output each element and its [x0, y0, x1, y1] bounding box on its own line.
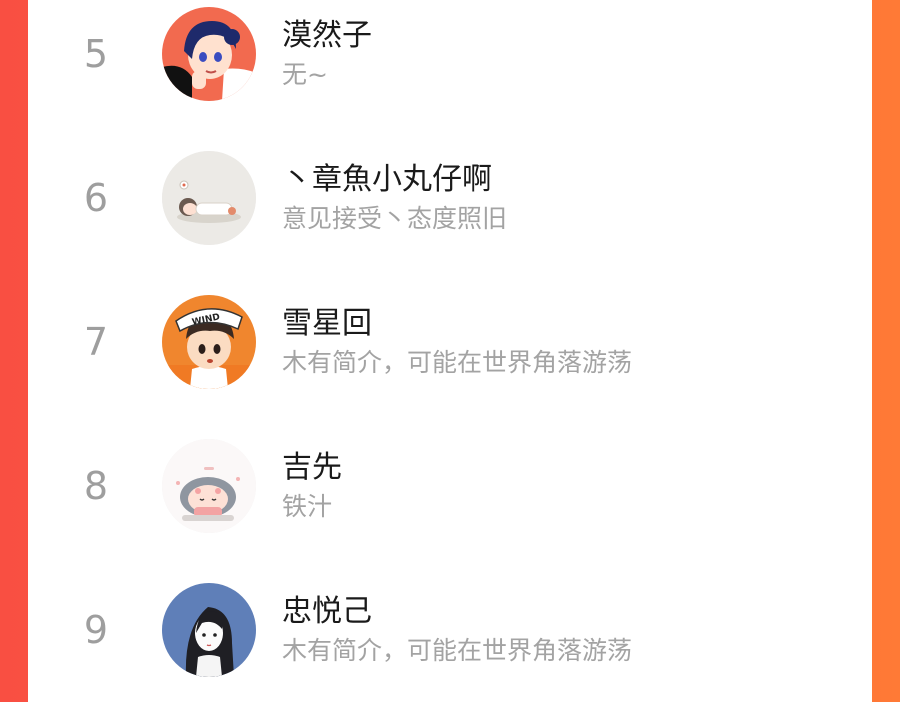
- user-name[interactable]: 丶章魚小丸仔啊: [282, 160, 842, 200]
- anime-girl-avatar[interactable]: [162, 7, 256, 101]
- user-name[interactable]: 雪星回: [282, 304, 842, 344]
- ranking-list-item[interactable]: 6 丶章魚小丸仔啊 意见接受丶态度照旧: [28, 126, 872, 270]
- ranking-list-item[interactable]: 7 WIND 雪星回 木有简介，可能在世界角落游荡: [28, 270, 872, 414]
- boy-with-cap-avatar[interactable]: WIND: [162, 295, 256, 389]
- user-bio: 铁汁: [282, 492, 333, 521]
- user-bio: 木有简介，可能在世界角落游荡: [282, 636, 633, 665]
- ranking-list-item[interactable]: 8 吉先 铁汁: [28, 414, 872, 558]
- ranking-list-item[interactable]: 9 忠悦己 木有简介，可能在世界角落游荡: [28, 558, 872, 702]
- rank-number: 7: [83, 320, 109, 364]
- user-bio: 无~: [282, 60, 328, 89]
- user-bio: 木有简介，可能在世界角落游荡: [282, 348, 633, 377]
- rank-number: 6: [83, 176, 109, 220]
- rank-number: 5: [83, 32, 109, 76]
- ranking-list: 5 漠然子 无~ 6 丶章魚小丸仔啊 意见接受丶态度照旧 7 WIND 雪星回 …: [28, 0, 872, 702]
- ranking-screen: 5 漠然子 无~ 6 丶章魚小丸仔啊 意见接受丶态度照旧 7 WIND 雪星回 …: [0, 0, 900, 702]
- user-bio: 意见接受丶态度照旧: [282, 204, 508, 233]
- cute-girl-avatar[interactable]: [162, 439, 256, 533]
- user-name[interactable]: 吉先: [282, 448, 842, 488]
- user-name[interactable]: 忠悦己: [282, 592, 842, 632]
- girl-portrait-avatar[interactable]: [162, 583, 256, 677]
- ranking-list-item[interactable]: 5 漠然子 无~: [28, 0, 872, 126]
- user-name[interactable]: 漠然子: [282, 16, 842, 56]
- rank-number: 9: [83, 608, 109, 652]
- sleeping-child-avatar[interactable]: [162, 151, 256, 245]
- rank-number: 8: [83, 464, 109, 508]
